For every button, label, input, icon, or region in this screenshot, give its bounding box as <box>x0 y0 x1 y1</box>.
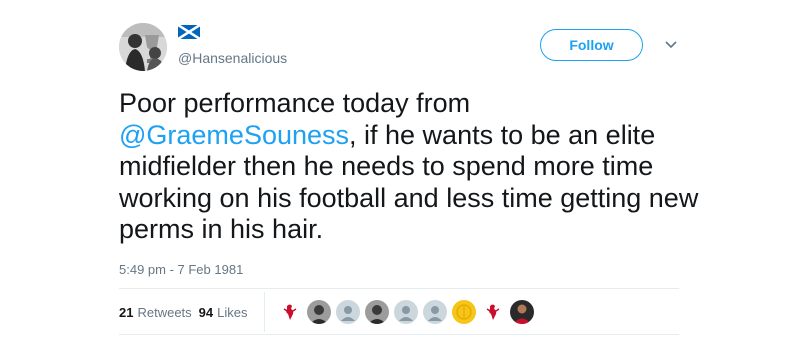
user-photo-avatar[interactable] <box>365 300 389 324</box>
likes-count: 94 <box>198 305 214 320</box>
divider <box>119 288 679 289</box>
tweet-text-part: Poor performance today from <box>119 88 471 118</box>
retweets-label: Retweets <box>137 305 192 320</box>
retweets-stat[interactable]: 21 Retweets <box>119 305 192 320</box>
liker-avatars <box>278 300 539 324</box>
follow-button[interactable]: Follow <box>540 29 643 61</box>
profile-avatar[interactable] <box>119 23 167 71</box>
likes-label: Likes <box>217 305 248 320</box>
retweets-count: 21 <box>119 305 134 320</box>
stats-separator <box>264 292 265 332</box>
default-user-avatar[interactable] <box>423 300 447 324</box>
liverbird-icon[interactable] <box>278 300 302 324</box>
default-user-avatar[interactable] <box>336 300 360 324</box>
likes-stat[interactable]: 94 Likes <box>199 305 248 320</box>
user-handle[interactable]: @Hansenalicious <box>178 50 287 66</box>
yellow-badge-avatar[interactable] <box>452 300 476 324</box>
tweet-text: Poor performance today from @GraemeSoune… <box>119 88 699 246</box>
mention-link[interactable]: @GraemeSouness <box>119 120 349 150</box>
tweet-timestamp[interactable]: 5:49 pm - 7 Feb 1981 <box>119 262 243 277</box>
liverbird-icon[interactable] <box>481 300 505 324</box>
scotland-flag-icon <box>177 23 201 41</box>
default-user-avatar[interactable] <box>394 300 418 324</box>
tweet-stats: 21 Retweets 94 Likes <box>119 305 255 320</box>
chevron-down-icon[interactable] <box>664 38 678 52</box>
user-photo-avatar[interactable] <box>510 300 534 324</box>
user-photo-avatar[interactable] <box>307 300 331 324</box>
divider <box>119 334 679 335</box>
